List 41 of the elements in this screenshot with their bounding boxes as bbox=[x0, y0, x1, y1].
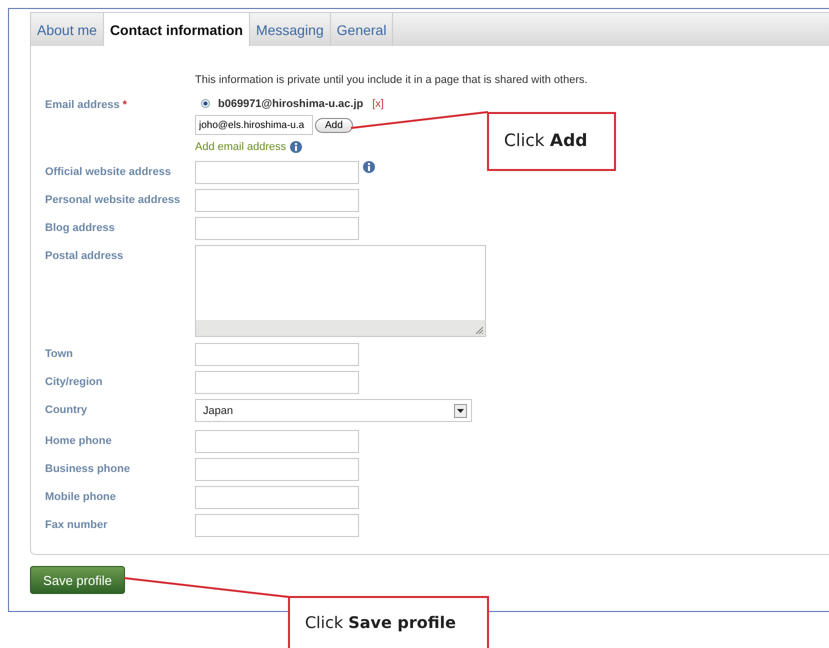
callout-box: Click Add bbox=[487, 112, 616, 171]
field-label: Business phone bbox=[45, 462, 131, 477]
field-label: Country bbox=[45, 403, 88, 418]
field-label: Personal website address bbox=[45, 193, 182, 208]
save-profile-button[interactable]: Save profile bbox=[30, 566, 125, 594]
field-label: Fax number bbox=[45, 518, 108, 533]
info-icon[interactable] bbox=[290, 140, 302, 152]
remove-link[interactable]: [x] bbox=[372, 98, 384, 110]
text-field[interactable] bbox=[195, 343, 359, 366]
tab[interactable]: About me bbox=[30, 12, 104, 46]
radio-button[interactable] bbox=[201, 99, 210, 108]
add-email-link[interactable]: Add email address bbox=[195, 140, 286, 152]
text-field[interactable] bbox=[195, 371, 359, 394]
field-label: Email address bbox=[45, 99, 120, 111]
field-label: Official website address bbox=[45, 165, 172, 180]
field-label: City/region bbox=[45, 375, 104, 390]
add-button[interactable]: Add bbox=[315, 118, 353, 132]
country-dropdown[interactable]: Japan bbox=[195, 399, 472, 422]
field-label: Town bbox=[45, 347, 74, 362]
tab[interactable]: Messaging bbox=[250, 12, 331, 46]
field-label: Mobile phone bbox=[45, 490, 117, 505]
field-label: Home phone bbox=[45, 434, 113, 449]
field-label: Postal address bbox=[45, 249, 124, 264]
email-address: b069971@hiroshima-u.ac.jp bbox=[218, 98, 364, 110]
text-field[interactable] bbox=[195, 514, 359, 537]
tab[interactable]: General bbox=[330, 12, 394, 46]
text-field[interactable] bbox=[195, 161, 359, 184]
text-area[interactable] bbox=[195, 245, 486, 337]
email-input-field[interactable]: joho@els.hiroshima-u.a bbox=[195, 115, 313, 135]
text-field[interactable] bbox=[195, 486, 359, 509]
field-label: Blog address bbox=[45, 221, 116, 236]
info-icon[interactable] bbox=[363, 161, 375, 173]
privacy-note: This information is private until you include it in a page that is shared with others. bbox=[195, 74, 589, 88]
text-field[interactable] bbox=[195, 217, 359, 240]
resize-grip-icon[interactable] bbox=[475, 326, 483, 334]
text-field[interactable] bbox=[195, 430, 359, 453]
text-field[interactable] bbox=[195, 189, 359, 212]
text-field[interactable] bbox=[195, 458, 359, 481]
required-mark: * bbox=[122, 99, 127, 111]
callout-box: Click Save profile bbox=[288, 596, 489, 648]
tab[interactable]: Contact information bbox=[104, 12, 250, 46]
